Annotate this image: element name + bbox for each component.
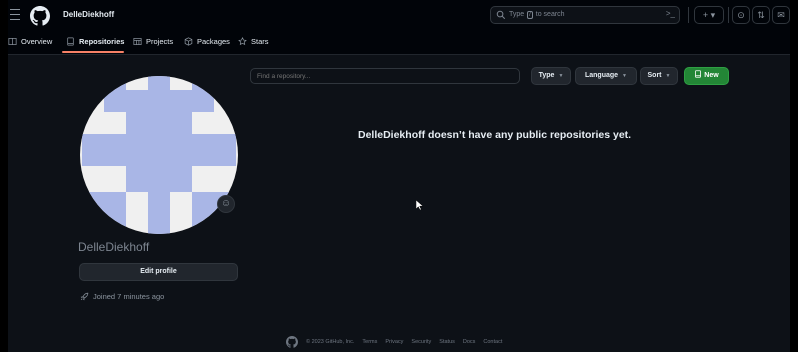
menu-icon[interactable]	[10, 9, 20, 21]
set-status-button[interactable]: ☺	[217, 195, 235, 213]
table-icon	[133, 38, 142, 45]
chevron-down-icon: ▼	[622, 73, 627, 79]
search-icon	[496, 10, 506, 20]
identicon-pattern	[82, 76, 236, 234]
new-repository-button[interactable]: New	[684, 67, 729, 85]
footer: © 2023 GitHub, Inc. Terms Privacy Securi…	[286, 336, 502, 348]
header-username[interactable]: DelleDiekhoff	[63, 10, 114, 19]
footer-link-contact[interactable]: Contact	[483, 339, 502, 345]
header-divider	[688, 7, 689, 23]
joined-info: Joined 7 minutes ago	[80, 292, 164, 301]
tab-packages[interactable]: Packages	[184, 37, 230, 46]
footer-link-privacy[interactable]: Privacy	[385, 339, 403, 345]
footer-link-security[interactable]: Security	[411, 339, 431, 345]
tab-repositories[interactable]: Repositories	[66, 37, 124, 46]
profile-name: DelleDiekhoff	[78, 240, 150, 254]
book-icon	[8, 38, 17, 45]
mouse-cursor-icon	[416, 200, 423, 210]
tab-overview[interactable]: Overview	[8, 37, 52, 46]
search-placeholder: Type / to search	[509, 11, 565, 19]
github-logo-icon[interactable]	[30, 6, 50, 26]
search-input[interactable]: Type / to search >_	[490, 6, 680, 24]
header-divider	[728, 7, 729, 23]
package-icon	[184, 37, 193, 46]
tab-stars[interactable]: Stars	[238, 37, 269, 46]
find-repository-input[interactable]	[250, 68, 520, 84]
avatar[interactable]	[80, 76, 238, 234]
language-filter-button[interactable]: Language ▼	[575, 67, 637, 85]
rocket-icon	[80, 292, 89, 301]
page-frame: DelleDiekhoff Type / to search >_ + ▾ ⊙ …	[8, 0, 790, 352]
edit-profile-button[interactable]: Edit profile	[79, 263, 238, 281]
create-new-button[interactable]: + ▾	[694, 6, 724, 24]
sort-filter-button[interactable]: Sort ▼	[640, 67, 678, 85]
issues-icon[interactable]: ⊙	[732, 6, 750, 24]
slash-key: /	[527, 11, 533, 19]
chevron-down-icon: ▼	[665, 73, 671, 79]
command-palette-icon[interactable]: >_	[666, 9, 675, 18]
footer-link-terms[interactable]: Terms	[362, 339, 377, 345]
footer-link-status[interactable]: Status	[439, 339, 455, 345]
repo-icon	[67, 37, 74, 46]
footer-copyright: © 2023 GitHub, Inc.	[306, 339, 355, 345]
tab-projects[interactable]: Projects	[133, 37, 173, 46]
star-icon	[238, 37, 247, 46]
active-tab-indicator	[62, 51, 124, 53]
github-logo-icon[interactable]	[286, 336, 298, 348]
inbox-icon[interactable]: ✉	[772, 6, 790, 24]
global-header: DelleDiekhoff Type / to search >_ + ▾ ⊙ …	[8, 0, 790, 30]
type-filter-button[interactable]: Type ▼	[531, 67, 571, 85]
chevron-down-icon: ▼	[558, 73, 564, 79]
profile-tabs: Overview Repositories Projects Packages …	[8, 30, 790, 55]
empty-repos-message: DelleDiekhoff doesn’t have any public re…	[358, 129, 632, 141]
pull-requests-icon[interactable]: ⇅	[752, 6, 770, 24]
repo-icon	[695, 70, 702, 78]
footer-link-docs[interactable]: Docs	[463, 339, 476, 345]
